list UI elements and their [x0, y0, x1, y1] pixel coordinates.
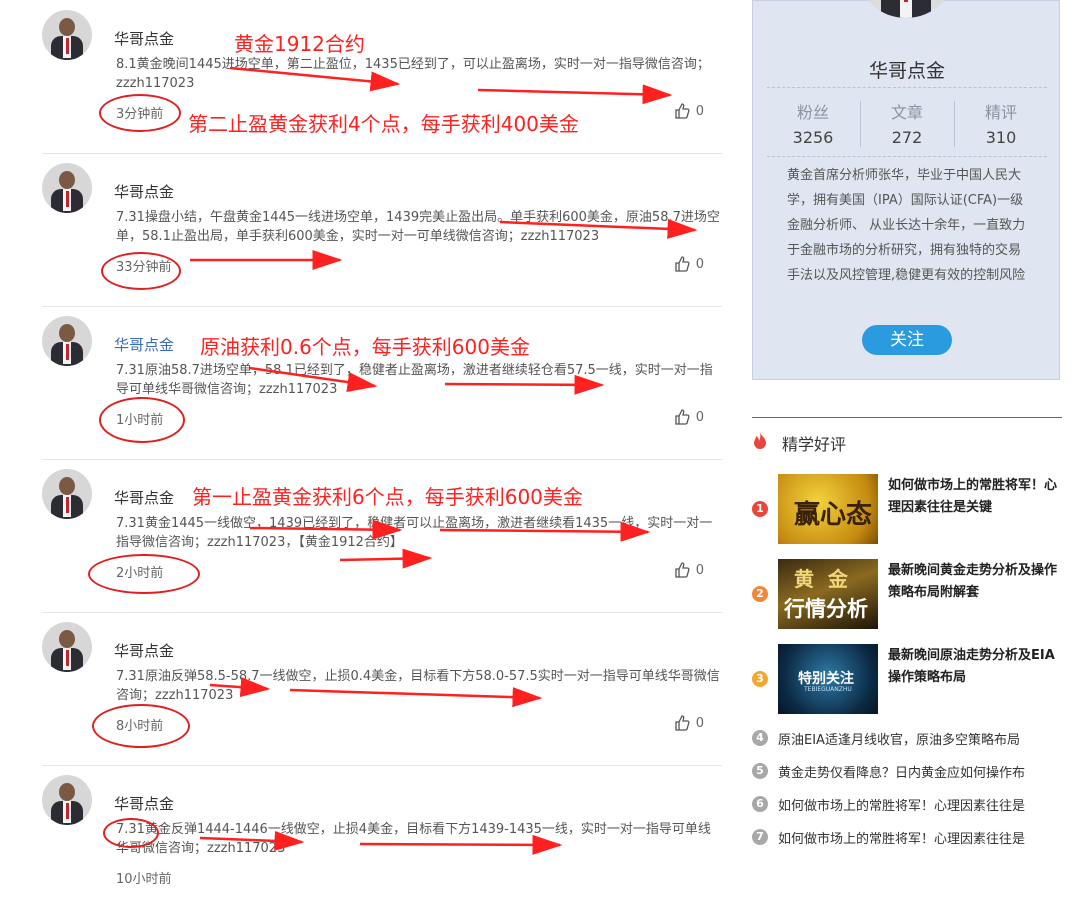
annotation-arrow — [289, 687, 543, 708]
featured-item[interactable]: 2 黄 金 行情分析 最新晚间黄金走势分析及操作策略布局附解套 — [752, 559, 1062, 629]
annotation-arrow — [249, 366, 378, 392]
stat-reviews: 精评 310 — [955, 99, 1047, 147]
article-title[interactable]: 如何做市场上的常胜将军！心理因素往往是 — [778, 828, 1025, 847]
stat-value: 272 — [891, 128, 923, 147]
article-title[interactable]: 黄金走势仅看降息？日内黄金应如何操作布 — [778, 762, 1025, 781]
thumbnail-caption: 行情分析 — [784, 597, 868, 621]
list-item[interactable]: 6 如何做市场上的常胜将军！心理因素往往是 — [752, 793, 1062, 815]
annotation-arrows — [190, 66, 698, 855]
stat-value: 3256 — [792, 128, 834, 147]
annotation-arrow — [199, 830, 305, 851]
article-title[interactable]: 最新晚间原油走势分析及EIA操作策略布局 — [888, 645, 1062, 689]
rank-badge: 3 — [752, 671, 768, 687]
article-thumbnail[interactable]: 黄 金 行情分析 — [778, 559, 878, 629]
rank-badge: 7 — [752, 829, 768, 845]
section-divider — [752, 417, 1062, 418]
section-title: 精学好评 — [782, 435, 847, 454]
annotation-arrow — [229, 66, 401, 92]
stat-value: 310 — [985, 128, 1017, 147]
thumbnail-caption: 特别关注 — [798, 671, 854, 687]
rank-badge: 6 — [752, 796, 768, 812]
rank-badge: 4 — [752, 730, 768, 746]
comment-feed: 华哥点金 8.1黄金晚间1445进场空单，第二止盈位，1435已经到了，可以止盈… — [0, 0, 740, 887]
annotation-arrow — [444, 374, 605, 395]
rank-badge: 5 — [752, 763, 768, 779]
article-thumbnail[interactable]: 特别关注 TEBIEGUANZHU — [778, 644, 878, 714]
rank-badge: 2 — [752, 586, 768, 602]
follow-button[interactable]: 关注 — [862, 325, 952, 355]
stat-articles: 文章 272 — [861, 99, 953, 147]
stat-label: 粉丝 — [796, 103, 829, 122]
article-title[interactable]: 最新晚间黄金走势分析及操作策略布局附解套 — [888, 560, 1062, 604]
list-item[interactable]: 7 如何做市场上的常胜将军！心理因素往往是 — [752, 826, 1062, 848]
annotation-arrow — [339, 548, 433, 569]
article-thumbnail[interactable]: 赢心态 — [778, 474, 878, 544]
article-title[interactable]: 如何做市场上的常胜将军！心理因素往往是 — [778, 795, 1025, 814]
flame-icon — [754, 432, 766, 449]
profile-bio: 黄金首席分析师张华，毕业于中国人民大学，拥有美国（IPA）国际认证(CFA)一级… — [787, 168, 1026, 283]
annotation-arrow — [249, 519, 403, 540]
list-item[interactable]: 5 黄金走势仅看降息？日内黄金应如何操作布 — [752, 760, 1062, 782]
stat-label: 精评 — [984, 103, 1017, 122]
rank-badge: 1 — [752, 501, 768, 517]
featured-item[interactable]: 3 特别关注 TEBIEGUANZHU 最新晚间原油走势分析及EIA操作策略布局 — [752, 644, 1062, 714]
stat-label: 文章 — [890, 103, 923, 122]
profile-avatar[interactable] — [856, 0, 956, 18]
stat-fans: 粉丝 3256 — [767, 99, 859, 147]
annotation-arrow — [209, 677, 271, 698]
list-item[interactable]: 4 原油EIA适逢月线收官，原油多空策略布局 — [752, 727, 1062, 749]
annotation-arrow — [499, 218, 698, 239]
annotation-arrow — [359, 834, 563, 855]
annotation-arrow — [439, 521, 651, 542]
author-profile-card: 华哥点金 粉丝 3256 文章 272 精评 310 黄金首席分析师张华，毕业于… — [752, 0, 1060, 380]
divider — [767, 156, 1047, 157]
divider — [767, 87, 1047, 88]
annotation-arrow — [477, 84, 673, 105]
article-title[interactable]: 如何做市场上的常胜将军！心理因素往往是关键 — [888, 475, 1062, 519]
thumbnail-caption: TEBIEGUANZHU — [804, 686, 852, 693]
profile-name: 华哥点金 — [868, 60, 945, 82]
thumbnail-caption: 黄 金 — [794, 567, 848, 591]
thumbnail-caption: 赢心态 — [794, 500, 873, 530]
featured-item[interactable]: 1 赢心态 如何做市场上的常胜将军！心理因素往往是关键 — [752, 474, 1062, 544]
article-title[interactable]: 原油EIA适逢月线收官，原油多空策略布局 — [778, 729, 1020, 748]
